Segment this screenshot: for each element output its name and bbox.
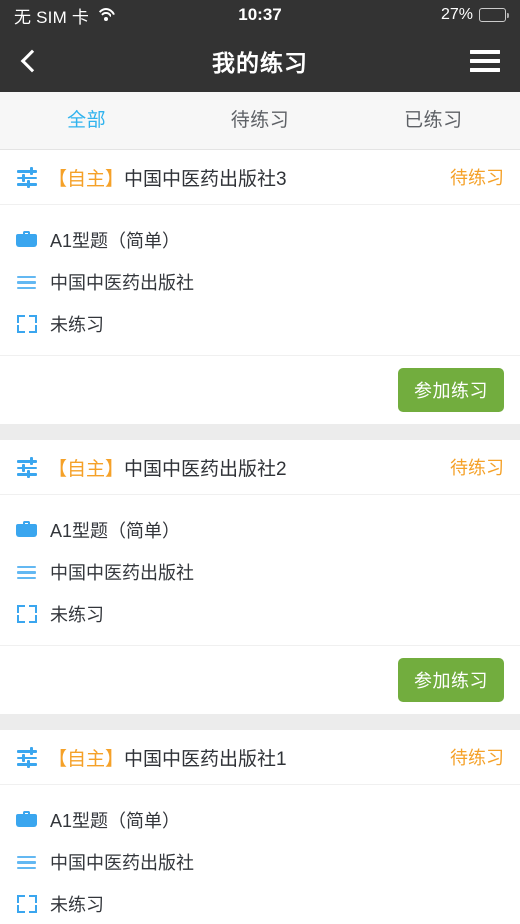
status-bar-right: 27% — [440, 6, 509, 24]
card-tag: 【自主】 — [48, 748, 125, 770]
tab-label: 全部 — [67, 110, 107, 131]
card-meta-row: 中国中医药出版社 — [16, 841, 504, 883]
meta-text: 中国中医药出版社 — [50, 563, 194, 583]
tab-2[interactable]: 已练习 — [347, 111, 520, 130]
battery-percent-label: 27% — [440, 6, 473, 23]
card-header: 【自主】中国中医药出版社2 待练习 — [0, 440, 520, 495]
sliders-icon — [16, 166, 38, 189]
practice-card-1[interactable]: 【自主】中国中医药出版社2 待练习 A1型题（简单） 中国中医药出版社 未练习 … — [0, 440, 520, 714]
card-header: 【自主】中国中医药出版社1 待练习 — [0, 730, 520, 785]
list-icon — [16, 561, 38, 583]
briefcase-icon — [16, 229, 38, 251]
card-title-wrap: 【自主】中国中医药出版社1 — [16, 744, 438, 771]
expand-icon — [16, 313, 38, 335]
card-meta-row: 未练习 — [16, 593, 504, 635]
tab-1[interactable]: 待练习 — [173, 111, 346, 130]
briefcase-icon — [16, 809, 38, 831]
card-meta-row: 中国中医药出版社 — [16, 261, 504, 303]
join-practice-button[interactable]: 参加练习 — [398, 368, 504, 412]
card-title: 【自主】中国中医药出版社1 — [48, 744, 287, 771]
tab-0[interactable]: 全部 — [0, 111, 173, 130]
meta-text: 中国中医药出版社 — [50, 273, 194, 293]
tab-label: 待练习 — [230, 110, 290, 131]
card-header: 【自主】中国中医药出版社3 待练习 — [0, 150, 520, 205]
card-title-wrap: 【自主】中国中医药出版社3 — [16, 164, 438, 191]
card-body: A1型题（简单） 中国中医药出版社 未练习 — [0, 205, 520, 355]
meta-text: 中国中医药出版社 — [50, 853, 194, 873]
card-meta-row: 中国中医药出版社 — [16, 551, 504, 593]
card-tag: 【自主】 — [48, 458, 125, 480]
card-title: 【自主】中国中医药出版社3 — [48, 164, 287, 191]
status-badge: 待练习 — [450, 168, 504, 188]
card-title-text: 中国中医药出版社3 — [124, 168, 287, 190]
meta-text: 未练习 — [50, 315, 104, 335]
card-body: A1型题（简单） 中国中医药出版社 未练习 — [0, 785, 520, 924]
list-icon — [16, 851, 38, 873]
status-badge: 待练习 — [450, 748, 504, 768]
expand-icon — [16, 603, 38, 625]
card-meta-row: A1型题（简单） — [16, 799, 504, 841]
status-bar: 无 SIM 卡 10:37 27% — [0, 0, 520, 30]
card-title-wrap: 【自主】中国中医药出版社2 — [16, 454, 438, 481]
back-button[interactable] — [16, 41, 56, 81]
wifi-icon — [95, 8, 117, 22]
card-footer: 参加练习 — [0, 355, 520, 424]
meta-text: 未练习 — [50, 895, 104, 915]
card-meta-row: 未练习 — [16, 303, 504, 345]
practice-card-0[interactable]: 【自主】中国中医药出版社3 待练习 A1型题（简单） 中国中医药出版社 未练习 … — [0, 150, 520, 424]
sliders-icon — [16, 456, 38, 479]
app-screen: 无 SIM 卡 10:37 27% 我的练习 全部 待练习 已练习 【自主】中国… — [0, 0, 520, 924]
card-title-text: 中国中医药出版社1 — [124, 748, 287, 770]
meta-text: A1型题（简单） — [50, 811, 181, 831]
tab-bar: 全部 待练习 已练习 — [0, 92, 520, 150]
sliders-icon — [16, 746, 38, 769]
briefcase-icon — [16, 519, 38, 541]
card-title-text: 中国中医药出版社2 — [124, 458, 287, 480]
expand-icon — [16, 893, 38, 915]
status-bar-left: 无 SIM 卡 — [14, 3, 441, 28]
card-tag: 【自主】 — [48, 168, 125, 190]
meta-text: A1型题（简单） — [50, 521, 181, 541]
chevron-left-icon — [20, 49, 44, 73]
page-title: 我的练习 — [212, 50, 308, 76]
meta-text: A1型题（简单） — [50, 231, 181, 251]
list-icon — [16, 271, 38, 293]
card-footer: 参加练习 — [0, 645, 520, 714]
join-practice-button[interactable]: 参加练习 — [398, 658, 504, 702]
practice-card-2[interactable]: 【自主】中国中医药出版社1 待练习 A1型题（简单） 中国中医药出版社 未练习 … — [0, 730, 520, 924]
hamburger-menu-icon[interactable] — [470, 44, 504, 78]
status-badge: 待练习 — [450, 458, 504, 478]
card-body: A1型题（简单） 中国中医药出版社 未练习 — [0, 495, 520, 645]
navigation-bar: 我的练习 — [0, 30, 520, 92]
meta-text: 未练习 — [50, 605, 104, 625]
carrier-label: 无 SIM 卡 — [14, 7, 90, 27]
card-meta-row: 未练习 — [16, 883, 504, 924]
battery-icon — [479, 8, 509, 22]
card-title: 【自主】中国中医药出版社2 — [48, 454, 287, 481]
card-meta-row: A1型题（简单） — [16, 509, 504, 551]
tab-label: 已练习 — [404, 110, 463, 131]
card-meta-row: A1型题（简单） — [16, 219, 504, 261]
practice-list[interactable]: 【自主】中国中医药出版社3 待练习 A1型题（简单） 中国中医药出版社 未练习 … — [0, 150, 520, 924]
